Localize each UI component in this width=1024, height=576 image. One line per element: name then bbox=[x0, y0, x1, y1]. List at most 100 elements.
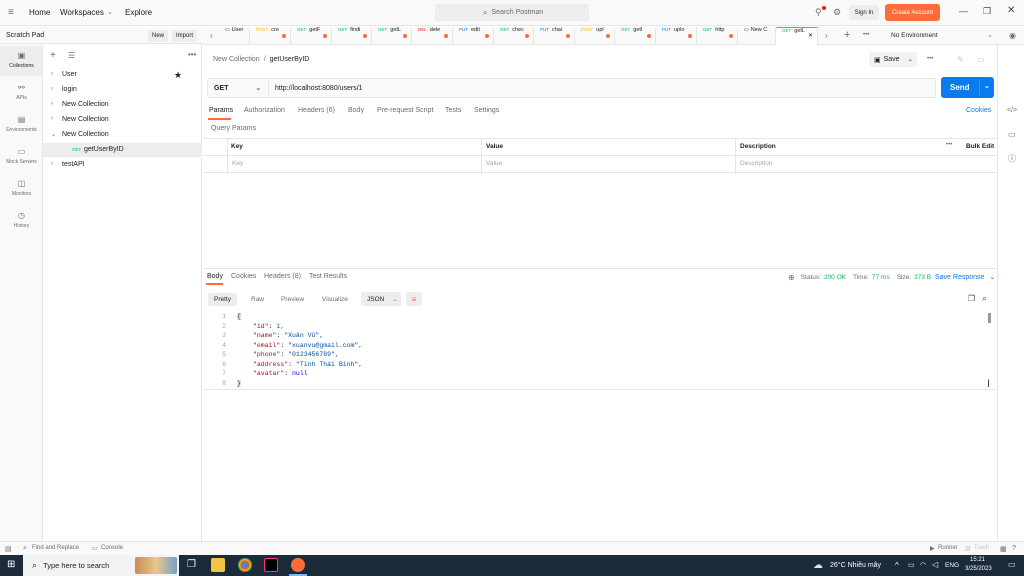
save-button[interactable]: ▣ Save ⌄ bbox=[869, 52, 917, 67]
response-tab-cookies[interactable]: Cookies bbox=[231, 273, 256, 280]
wifi-icon[interactable]: ◠ bbox=[920, 561, 926, 569]
tab-tests[interactable]: Tests bbox=[445, 107, 461, 114]
clock-time[interactable]: 15:21 bbox=[970, 557, 985, 563]
rail-collections[interactable]: ▣ Collections bbox=[0, 46, 43, 76]
tab-request[interactable]: GET getL bbox=[372, 27, 412, 45]
time-value[interactable]: 77 ms bbox=[872, 274, 890, 281]
status-badge[interactable]: 200 OK bbox=[824, 274, 846, 281]
tab-headers[interactable]: Headers (6) bbox=[298, 107, 335, 114]
close-icon[interactable]: ✕ bbox=[1007, 5, 1015, 16]
tab-settings[interactable]: Settings bbox=[474, 107, 499, 114]
clock-date[interactable]: 3/25/2023 bbox=[965, 566, 992, 572]
tree-item-new-collection[interactable]: › New Collection bbox=[43, 98, 202, 112]
explore-link[interactable]: Explore bbox=[125, 8, 152, 17]
value-input[interactable]: Value bbox=[486, 160, 502, 167]
info-icon[interactable]: ⓘ bbox=[1008, 153, 1016, 164]
wrap-lines-icon[interactable]: ≡ bbox=[406, 292, 422, 306]
file-explorer-icon[interactable] bbox=[211, 558, 225, 572]
send-button[interactable]: Send ⌄ bbox=[941, 77, 994, 98]
size-value[interactable]: 373 B bbox=[914, 274, 931, 281]
satellite-icon[interactable]: ⚲ bbox=[815, 7, 822, 18]
more-options-icon[interactable]: ••• bbox=[946, 142, 952, 148]
tab-params[interactable]: Params bbox=[209, 107, 233, 114]
tab-user[interactable]: ▭ User bbox=[219, 27, 250, 45]
bulk-edit-button[interactable]: Bulk Edit bbox=[966, 143, 994, 150]
request-name[interactable]: getUserByID bbox=[270, 56, 310, 63]
save-response-button[interactable]: Save Response ⌄ bbox=[935, 273, 995, 282]
more-options-icon[interactable]: ••• bbox=[927, 56, 933, 62]
new-tab-icon[interactable]: + bbox=[844, 29, 850, 41]
runner-button[interactable]: Runner bbox=[938, 545, 958, 551]
response-tab-test-results[interactable]: Test Results bbox=[309, 273, 347, 280]
workspaces-menu[interactable]: Workspaces bbox=[60, 8, 104, 17]
method-select[interactable]: GET ⌄ bbox=[207, 78, 269, 98]
home-link[interactable]: Home bbox=[29, 8, 50, 17]
tab-authorization[interactable]: Authorization bbox=[244, 107, 285, 114]
language-indicator[interactable]: ENG bbox=[945, 562, 959, 569]
tab-request[interactable]: GET chec bbox=[494, 27, 534, 45]
tree-item-getuserbyid[interactable]: GET getUserByID bbox=[43, 143, 202, 157]
create-account-button[interactable]: Create Account bbox=[885, 4, 940, 21]
chevron-up-icon[interactable]: ^ bbox=[895, 561, 899, 570]
tabs-more-icon[interactable]: ••• bbox=[863, 32, 869, 38]
chevron-right-icon[interactable]: › bbox=[825, 31, 828, 40]
taskbar-search-input[interactable]: ⌕ Type here to search bbox=[23, 555, 179, 576]
task-view-icon[interactable]: ❐ bbox=[187, 559, 196, 570]
edit-icon[interactable]: ✎ bbox=[957, 55, 964, 64]
search-input[interactable]: ⌕ Search Postman bbox=[435, 4, 589, 21]
find-replace-button[interactable]: Find and Replace bbox=[32, 545, 79, 551]
comments-icon[interactable]: ▭ bbox=[977, 55, 985, 64]
close-tab-icon[interactable]: ✕ bbox=[808, 32, 813, 39]
code-icon[interactable]: </> bbox=[1007, 107, 1017, 114]
volume-icon[interactable]: ◁ bbox=[932, 560, 938, 569]
sidebar-toggle-icon[interactable]: ▤ bbox=[5, 545, 12, 553]
rail-environments[interactable]: ▤ Environments bbox=[0, 110, 43, 140]
menu-icon[interactable]: ≡ bbox=[8, 7, 14, 18]
cookies-link[interactable]: Cookies bbox=[966, 107, 991, 114]
rail-monitors[interactable]: ◫ Monitors bbox=[0, 174, 43, 204]
import-button[interactable]: Import bbox=[172, 30, 198, 42]
response-tab-body[interactable]: Body bbox=[207, 273, 223, 280]
notifications-icon[interactable]: ▭ bbox=[1008, 560, 1016, 569]
tree-item-user[interactable]: › User ★ bbox=[43, 68, 202, 82]
copy-icon[interactable]: ❐ bbox=[968, 294, 975, 303]
sign-in-button[interactable]: Sign In bbox=[849, 5, 879, 20]
tree-item-login[interactable]: › login bbox=[43, 83, 202, 97]
comment-icon[interactable]: ▭ bbox=[1008, 130, 1016, 139]
chevron-left-icon[interactable]: ‹ bbox=[210, 31, 213, 40]
tree-item-new-collection[interactable]: › New Collection bbox=[43, 113, 202, 127]
tree-item-new-collection-expanded[interactable]: ⌄ New Collection bbox=[43, 128, 202, 142]
windows-start-icon[interactable]: ⊞ bbox=[7, 559, 15, 570]
postman-icon[interactable] bbox=[291, 558, 305, 572]
view-raw[interactable]: Raw bbox=[245, 293, 270, 306]
tab-request[interactable]: POST cre bbox=[250, 27, 291, 45]
tab-request[interactable]: POST upl bbox=[575, 27, 615, 45]
scrollbar-thumb[interactable] bbox=[988, 313, 991, 323]
tab-request[interactable]: PUT chai bbox=[534, 27, 575, 45]
network-icon[interactable]: ▭ bbox=[908, 561, 915, 569]
tab-pre-request-script[interactable]: Pre-request Script bbox=[377, 107, 433, 114]
add-icon[interactable]: + bbox=[50, 50, 56, 61]
tab-request[interactable]: PUT uplo bbox=[656, 27, 697, 45]
tab-getuserbyid-active[interactable]: GET getL ✕ bbox=[776, 27, 818, 45]
gear-icon[interactable]: ⚙ bbox=[833, 7, 841, 18]
minimize-icon[interactable]: — bbox=[959, 6, 968, 16]
format-select[interactable]: JSON ⌄ bbox=[361, 292, 401, 306]
description-input[interactable]: Description bbox=[740, 160, 773, 167]
key-input[interactable]: Key bbox=[232, 160, 243, 167]
filter-icon[interactable]: ☰ bbox=[68, 51, 75, 60]
help-icon[interactable]: ? bbox=[1012, 545, 1016, 552]
intellij-icon[interactable] bbox=[264, 558, 278, 572]
star-icon[interactable]: ★ bbox=[174, 70, 182, 81]
view-preview[interactable]: Preview bbox=[275, 293, 310, 306]
tab-body[interactable]: Body bbox=[348, 107, 364, 114]
tab-request[interactable]: GET getF bbox=[291, 27, 332, 45]
tab-new-collection[interactable]: ▭ New C bbox=[738, 27, 776, 45]
tab-request[interactable]: PUT edit bbox=[453, 27, 494, 45]
chrome-icon[interactable] bbox=[238, 558, 252, 572]
tab-request[interactable]: GET getl bbox=[615, 27, 656, 45]
restore-icon[interactable]: ❐ bbox=[983, 6, 991, 17]
rail-history[interactable]: ◷ History bbox=[0, 206, 43, 236]
response-body[interactable]: 1{ 2 "id": 1, 3 "name": "Xuân Vũ", 4 "email… bbox=[212, 313, 992, 393]
layout-icon[interactable]: ▦ bbox=[1000, 545, 1007, 553]
